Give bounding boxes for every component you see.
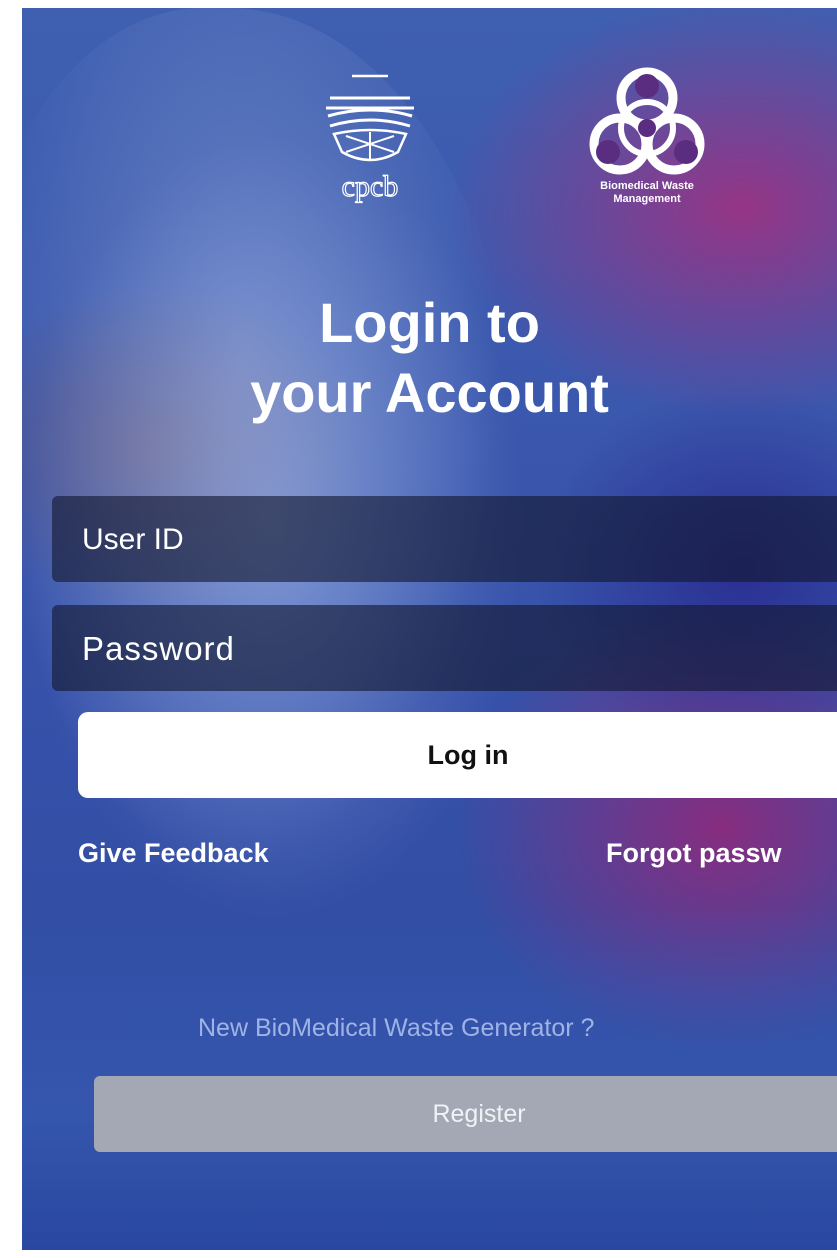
page-title-line-1: Login to bbox=[319, 291, 540, 354]
login-screen: cpcb Biomedical Waste Management Login t… bbox=[22, 8, 837, 1250]
password-input[interactable] bbox=[80, 605, 837, 693]
give-feedback-link[interactable]: Give Feedback bbox=[78, 838, 269, 869]
cpcb-logo: cpcb bbox=[300, 68, 440, 218]
page-title-line-2: your Account bbox=[250, 361, 609, 424]
logo-caption: Biomedical Waste Management bbox=[600, 180, 694, 205]
biomedical-waste-logo: Biomedical Waste Management bbox=[557, 66, 737, 216]
register-button[interactable]: Register bbox=[94, 1076, 837, 1152]
new-generator-prompt: New BioMedical Waste Generator ? bbox=[198, 1014, 595, 1042]
password-field-container bbox=[52, 605, 837, 693]
login-button[interactable]: Log in bbox=[78, 712, 837, 798]
user-id-field-container bbox=[52, 496, 837, 584]
biohazard-icon bbox=[589, 67, 705, 175]
svg-text:cpcb: cpcb bbox=[342, 170, 399, 203]
forgot-password-link[interactable]: Forgot passw bbox=[606, 838, 782, 869]
user-id-input[interactable] bbox=[80, 496, 837, 584]
